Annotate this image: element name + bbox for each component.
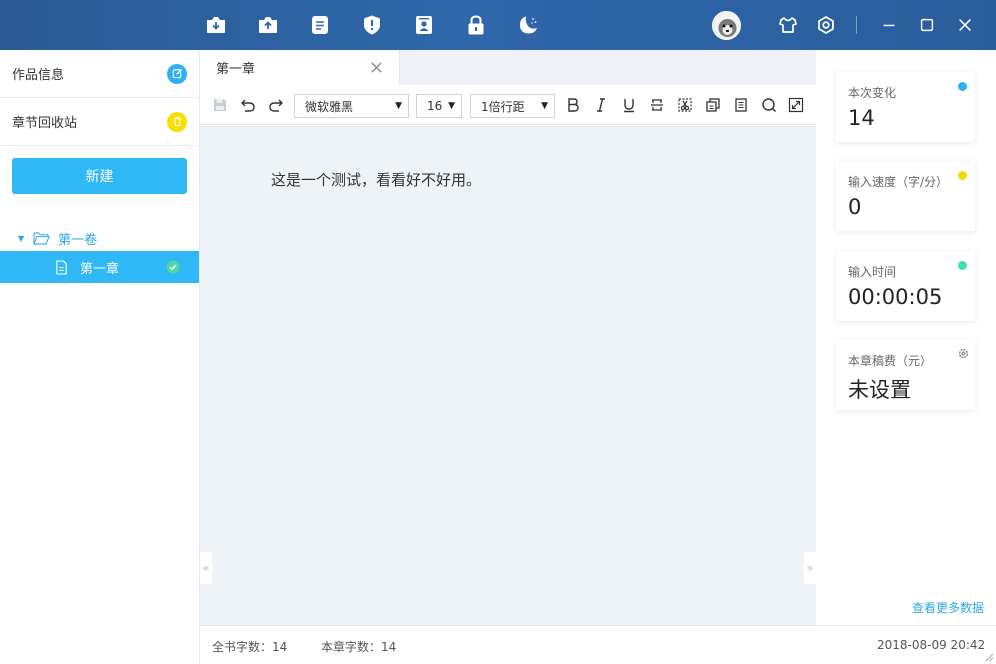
stat-card-change: 本次变化 14	[836, 72, 975, 142]
fee-value: 未设置	[848, 378, 911, 402]
bold-icon[interactable]	[563, 95, 583, 115]
volume-label: 第一卷	[58, 232, 98, 248]
italic-icon[interactable]	[591, 95, 611, 115]
caret-down-icon: ▼	[448, 101, 455, 111]
edit-icon[interactable]	[167, 63, 187, 84]
speed-label: 输入速度（字/分）	[848, 175, 949, 189]
document-icon[interactable]	[307, 12, 333, 38]
save-icon[interactable]	[210, 95, 230, 115]
tab-close-icon[interactable]	[370, 61, 383, 74]
collapse-left-icon[interactable]: «	[200, 552, 212, 584]
font-family-value: 微软雅黑	[305, 99, 354, 114]
time-value: 00:00:05	[848, 285, 943, 309]
font-size-select[interactable]: 16 ▼	[416, 94, 462, 118]
status-bar: 全书字数：14 本章字数：14 2018-08-09 20:42	[200, 625, 996, 664]
fee-label: 本章稿费（元）	[848, 354, 933, 368]
editor-content[interactable]: 这是一个测试，看看好不好用。	[271, 169, 481, 190]
stat-card-fee: 本章稿费（元） 未设置	[836, 340, 975, 410]
copy-icon[interactable]	[703, 95, 723, 115]
sidebar: 作品信息 章节回收站 新建 ▼ 第一卷 第一章	[0, 50, 200, 664]
night-mode-icon[interactable]	[515, 12, 541, 38]
time-label: 输入时间	[848, 265, 897, 279]
resize-grip-icon[interactable]	[984, 652, 994, 662]
font-family-select[interactable]: 微软雅黑 ▼	[294, 94, 409, 118]
search-icon[interactable]	[759, 95, 779, 115]
status-dot	[958, 171, 967, 180]
maximize-icon[interactable]	[915, 13, 939, 37]
editor-area[interactable]: 这是一个测试，看看好不好用。 « »	[200, 126, 816, 625]
check-circle-icon	[166, 260, 180, 274]
new-button[interactable]: 新建	[12, 158, 187, 194]
change-label: 本次变化	[848, 86, 897, 100]
folder-icon	[33, 231, 50, 245]
recycle-bin-label: 章节回收站	[12, 116, 78, 131]
cut-icon[interactable]	[675, 95, 695, 115]
shield-icon[interactable]	[359, 12, 385, 38]
speed-value: 0	[848, 195, 862, 219]
titlebar-separator	[856, 16, 857, 34]
close-icon[interactable]	[953, 13, 977, 37]
tab-chapter-1[interactable]: 第一章	[200, 50, 400, 85]
more-data-link[interactable]: 查看更多数据	[912, 599, 984, 616]
minimize-icon[interactable]	[877, 13, 901, 37]
fullscreen-icon[interactable]	[786, 95, 806, 115]
work-info-label: 作品信息	[12, 68, 65, 83]
user-avatar[interactable]	[712, 11, 741, 40]
contacts-icon[interactable]	[411, 12, 437, 38]
tree-volume-item[interactable]: ▼ 第一卷	[0, 226, 199, 250]
fee-settings-icon[interactable]	[957, 347, 970, 360]
title-bar	[0, 0, 996, 50]
font-size-value: 16	[427, 99, 443, 113]
tab-label: 第一章	[216, 62, 256, 77]
collapse-right-icon[interactable]: »	[804, 552, 816, 584]
redo-icon[interactable]	[266, 95, 286, 115]
stats-panel: 本次变化 14 输入速度（字/分） 0 输入时间 00:00:05 本章稿费（元…	[816, 50, 996, 625]
caret-down-icon: ▼	[395, 101, 402, 111]
change-value: 14	[848, 106, 875, 130]
shirt-icon[interactable]	[776, 13, 800, 37]
stat-card-speed: 输入速度（字/分） 0	[836, 161, 975, 231]
caret-down-icon: ▼	[541, 101, 548, 111]
upload-icon[interactable]	[255, 12, 281, 38]
settings-icon[interactable]	[814, 13, 838, 37]
status-dot	[958, 261, 967, 270]
stat-card-time: 输入时间 00:00:05	[836, 251, 975, 321]
line-spacing-select[interactable]: 1倍行距 ▼	[470, 94, 555, 118]
recycle-bin-item[interactable]: 章节回收站	[0, 98, 199, 146]
chapter-label: 第一章	[80, 261, 120, 277]
undo-icon[interactable]	[238, 95, 258, 115]
tab-bar: 第一章	[200, 50, 816, 85]
download-icon[interactable]	[203, 12, 229, 38]
underline-icon[interactable]	[619, 95, 639, 115]
paste-icon[interactable]	[731, 95, 751, 115]
lock-icon[interactable]	[463, 12, 489, 38]
tree-chapter-item[interactable]: 第一章	[0, 251, 199, 283]
trash-icon[interactable]	[167, 111, 187, 132]
chapter-word-count: 本章字数：14	[321, 640, 397, 654]
book-word-count: 全书字数：14	[212, 640, 288, 654]
status-dot	[958, 82, 967, 91]
datetime: 2018-08-09 20:42	[877, 638, 986, 652]
format-toolbar: 微软雅黑 ▼ 16 ▼ 1倍行距 ▼	[200, 85, 816, 125]
line-spacing-value: 1倍行距	[481, 99, 525, 114]
work-info-item[interactable]: 作品信息	[0, 50, 199, 98]
file-icon	[55, 259, 68, 275]
expand-triangle-icon[interactable]: ▼	[18, 234, 24, 243]
strikethrough-icon[interactable]	[647, 95, 667, 115]
